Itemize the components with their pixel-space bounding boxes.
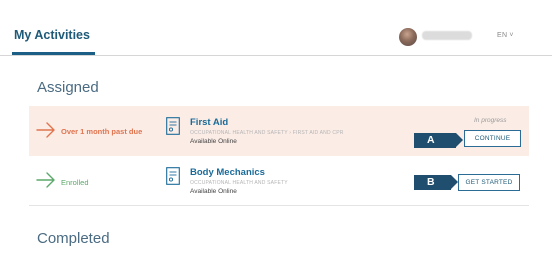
avatar[interactable] [399,28,417,46]
progress-status: In progress [474,117,507,124]
activity-row: Over 1 month past due First Aid OCCUPATI… [29,106,529,156]
completed-heading: Completed [37,230,110,247]
course-category-path: OCCUPATIONAL HEALTH AND SAFETY › FIRST A… [190,130,344,136]
availability-text: Available Online [190,188,237,195]
get-started-button[interactable]: GET STARTED [458,174,520,191]
callout-marker: B [414,175,458,190]
document-icon [166,167,180,185]
due-status: Over 1 month past due [61,127,143,136]
top-bar: My Activities EN ˅ [0,0,552,56]
tab-my-activities[interactable]: My Activities [14,28,90,42]
chevron-down-icon: ˅ [509,32,514,39]
callout-marker-label: A [427,134,435,146]
callout-marker: A [414,133,463,148]
active-tab-indicator [12,52,95,55]
course-title[interactable]: Body Mechanics [190,167,265,178]
activity-row: Enrolled Body Mechanics OCCUPATIONAL HEA… [29,156,529,206]
arrow-right-icon [36,122,55,138]
arrow-right-icon [36,172,55,188]
course-title[interactable]: First Aid [190,117,228,128]
enrollment-status: Enrolled [61,178,89,187]
course-category-path: OCCUPATIONAL HEALTH AND SAFETY [190,180,288,186]
language-code: EN [497,32,508,39]
user-name[interactable] [422,31,472,40]
callout-marker-label: B [427,176,435,188]
continue-button[interactable]: CONTINUE [464,130,521,147]
assigned-heading: Assigned [37,79,99,96]
availability-text: Available Online [190,138,237,145]
language-selector[interactable]: EN ˅ [497,32,514,39]
document-icon [166,117,180,135]
